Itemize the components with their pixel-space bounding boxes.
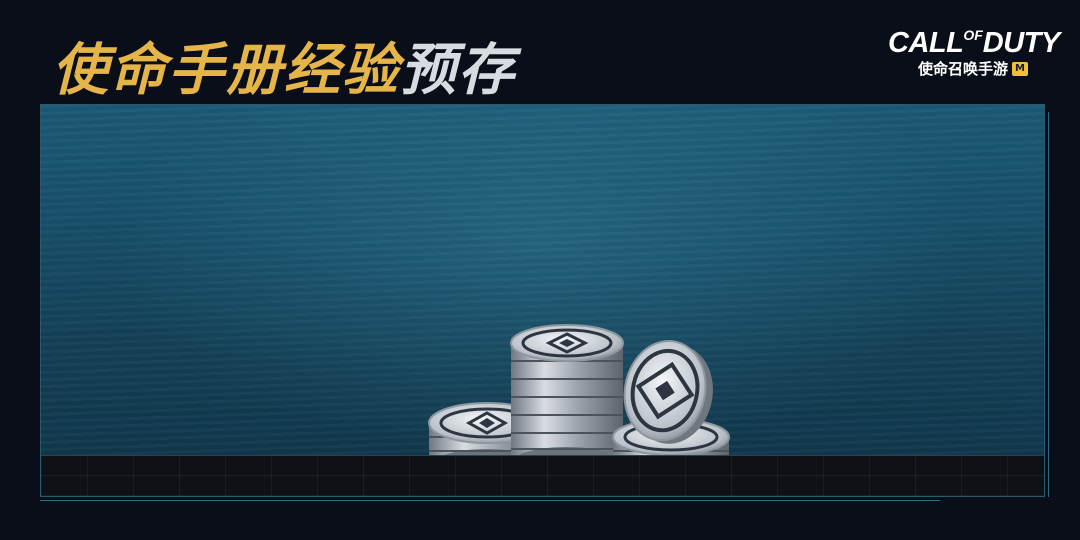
- page-title-highlight: 使命手册经验: [52, 37, 400, 103]
- logo-word-of: OF: [963, 27, 983, 43]
- page-title: 使命手册经验 预存: [52, 30, 516, 103]
- footer-grid-pattern: [41, 456, 1044, 496]
- page-title-rest: 预存: [400, 37, 516, 103]
- logo-subtitle-text: 使命召唤手游: [917, 60, 1008, 78]
- call-of-duty-logo: CALLOFDUTY 使命召唤手游 M: [888, 18, 1060, 78]
- logo-m-badge-icon: M: [1012, 62, 1028, 76]
- panel-footer-bar: [41, 455, 1044, 496]
- logo-wordmark: CALLOFDUTY: [888, 18, 1060, 60]
- frame-accent-bottom: [40, 500, 940, 501]
- logo-subtitle: 使命召唤手游 M: [888, 60, 1058, 78]
- frame-accent-right: [1048, 112, 1049, 497]
- reward-panel: [40, 104, 1045, 497]
- logo-word-call: CALL: [888, 27, 964, 59]
- logo-word-duty: DUTY: [982, 27, 1060, 59]
